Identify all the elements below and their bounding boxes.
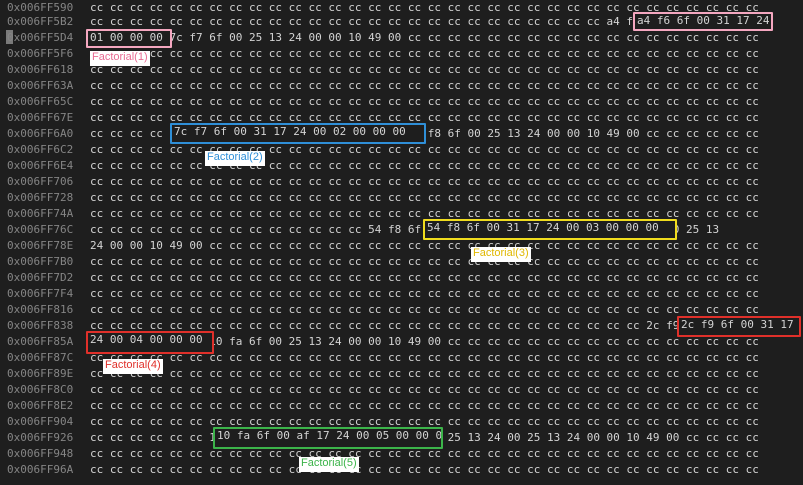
label-factorial-2: Factorial(2): [205, 151, 265, 166]
row-address: 0x006FF78E: [7, 239, 74, 252]
row-address: 0x006FF5B2: [7, 15, 74, 28]
row-address: 0x006FF6A0: [7, 127, 74, 140]
highlight-frame-4-arg: 24 00 04 00 00 00: [86, 331, 214, 354]
label-factorial-1: Factorial(1): [90, 51, 150, 66]
row-address: 0x006FF85A: [7, 335, 74, 348]
row-bytes: 01 00 00 00 7c f7 6f 00 25 13 24 00 00 1…: [90, 31, 759, 44]
highlight-frame-5: 10 fa 6f 00 af 17 24 00 05 00 00 00: [213, 427, 443, 449]
row-bytes: cc cc cc cc cc cc cc cc cc cc cc cc cc c…: [90, 175, 759, 188]
row-address: 0x006FF89E: [7, 367, 74, 380]
memory-row[interactable]: 0x006FF96A cc cc cc cc cc cc cc cc cc cc …: [0, 463, 803, 485]
row-address: 0x006FF67E: [7, 111, 74, 124]
highlight-frame-3: 54 f8 6f 00 31 17 24 00 03 00 00 00: [423, 219, 677, 240]
row-bytes: cc cc cc cc cc cc cc cc cc cc cc cc cc c…: [90, 159, 759, 172]
row-bytes: cc cc cc cc cc cc cc cc cc cc cc cc cc c…: [90, 447, 759, 460]
row-bytes: cc cc cc cc cc cc cc cc cc cc cc cc cc c…: [90, 287, 759, 300]
row-address: 0x006FF838: [7, 319, 74, 332]
row-address: 0x006FF74A: [7, 207, 74, 220]
row-bytes: cc cc cc cc cc cc cc cc cc cc cc cc cc c…: [90, 79, 759, 92]
row-address: 0x006FF5D4: [7, 31, 74, 44]
row-bytes: cc cc cc cc cc cc cc cc cc cc cc cc cc c…: [90, 367, 759, 380]
row-bytes: cc cc cc cc cc cc cc cc cc cc cc cc cc c…: [90, 383, 759, 396]
row-address: 0x006FF816: [7, 303, 74, 316]
row-address: 0x006FF96A: [7, 463, 74, 476]
row-address: 0x006FF590: [7, 1, 74, 14]
row-bytes: cc cc cc cc cc cc cc cc cc cc cc cc cc c…: [90, 399, 759, 412]
row-address: 0x006FF6E4: [7, 159, 74, 172]
row-address: 0x006FF926: [7, 431, 74, 444]
highlight-frame-2: 7c f7 6f 00 31 17 24 00 02 00 00 00: [170, 123, 426, 144]
row-address: 0x006FF904: [7, 415, 74, 428]
row-address: 0x006FF5F6: [7, 47, 74, 60]
row-bytes: cc cc cc cc cc cc cc cc cc cc cc cc cc c…: [90, 255, 759, 268]
row-address: 0x006FF65C: [7, 95, 74, 108]
row-bytes: cc cc cc cc cc cc cc cc cc cc cc cc cc c…: [90, 191, 759, 204]
label-factorial-4: Factorial(4): [103, 359, 163, 374]
row-address: 0x006FF76C: [7, 223, 74, 236]
row-address: 0x006FF618: [7, 63, 74, 76]
highlight-frame-4-return: 2c f9 6f 00 31 17: [677, 316, 801, 337]
row-bytes: cc cc cc cc cc cc cc cc cc cc cc cc cc c…: [90, 463, 759, 476]
row-address: 0x006FF6C2: [7, 143, 74, 156]
label-factorial-3: Factorial(3): [471, 247, 531, 262]
row-address: 0x006FF7F4: [7, 287, 74, 300]
row-address: 0x006FF63A: [7, 79, 74, 92]
row-address: 0x006FF87C: [7, 351, 74, 364]
label-factorial-5: Factorial(5): [299, 457, 359, 472]
row-address: 0x006FF8E2: [7, 399, 74, 412]
row-address: 0x006FF706: [7, 175, 74, 188]
row-bytes: cc cc cc cc cc cc cc cc cc cc cc cc cc c…: [90, 271, 759, 284]
highlight-frame-1-arg: 01 00 00 00: [86, 29, 172, 48]
row-address: 0x006FF7B0: [7, 255, 74, 268]
row-bytes: 24 00 00 10 49 00 cc cc cc cc cc cc cc c…: [90, 239, 759, 252]
row-address: 0x006FF8C0: [7, 383, 74, 396]
row-bytes: cc cc cc cc cc cc cc cc cc cc cc cc cc c…: [90, 95, 759, 108]
highlight-frame-1-return: a4 f6 6f 00 31 17 24 00: [633, 12, 773, 31]
row-bytes: cc cc cc cc cc cc cc cc cc cc cc cc cc c…: [90, 143, 759, 156]
row-address: 0x006FF728: [7, 191, 74, 204]
row-bytes: cc cc cc cc cc cc cc cc cc cc cc cc cc c…: [90, 47, 759, 60]
row-bytes: cc cc cc cc cc cc cc cc cc cc cc cc cc c…: [90, 303, 759, 316]
row-address: 0x006FF7D2: [7, 271, 74, 284]
memory-view[interactable]: 0x006FF590 cc cc cc cc cc cc cc cc cc cc …: [0, 0, 803, 481]
row-bytes: cc cc cc cc cc cc cc cc cc cc cc cc cc c…: [90, 63, 759, 76]
row-address: 0x006FF948: [7, 447, 74, 460]
